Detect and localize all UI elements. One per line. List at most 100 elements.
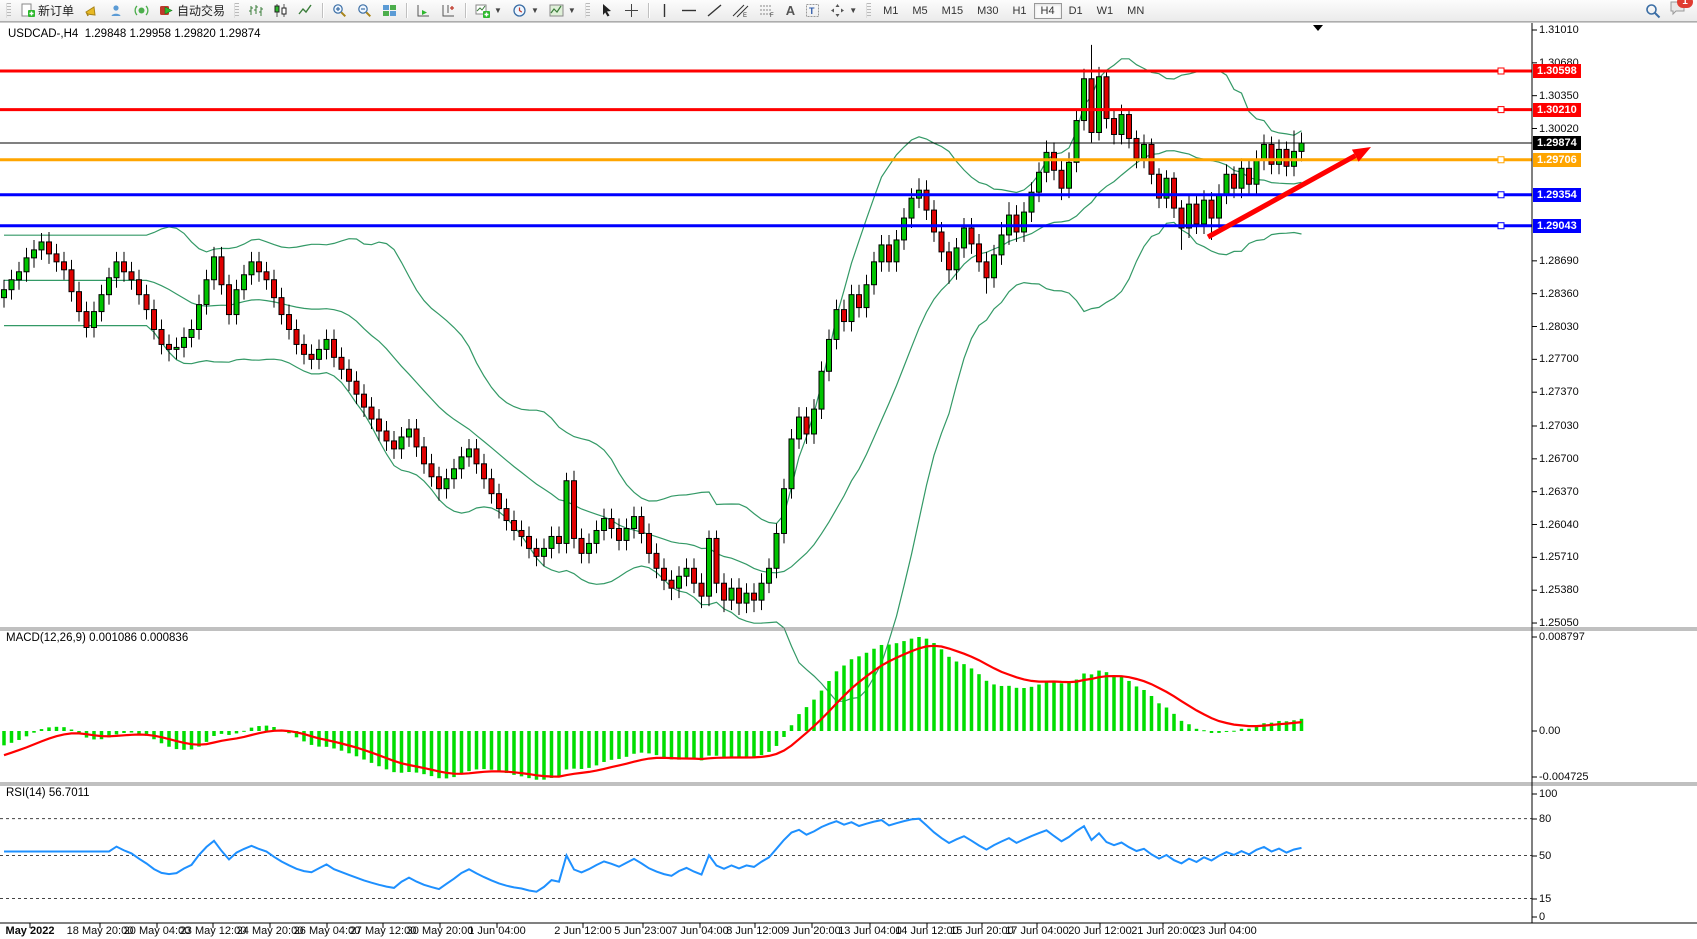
candle-body — [62, 262, 67, 270]
text-label-tool[interactable]: T — [801, 1, 824, 21]
macd-histogram-bar — [520, 731, 524, 776]
candle-body — [932, 210, 937, 232]
macd-histogram-bar — [460, 731, 464, 774]
candle-body — [257, 262, 262, 272]
candle-body — [84, 312, 89, 328]
timeframe-button-M1[interactable]: M1 — [876, 3, 905, 19]
main-chart[interactable] — [0, 0, 1697, 939]
periods-button[interactable]: ▼ — [508, 1, 543, 21]
dropdown-arrow-icon: ▼ — [531, 6, 539, 15]
candle-body — [354, 381, 359, 394]
megaphone-icon — [84, 3, 99, 18]
macd-histogram-bar — [632, 731, 636, 754]
macd-histogram-bar — [872, 649, 876, 731]
candle-body — [504, 509, 509, 521]
candle-body — [872, 262, 877, 285]
candle-body — [782, 489, 787, 534]
zoom-in-button[interactable] — [328, 1, 351, 21]
chart-ohlc-header: USDCAD-,H4 1.29848 1.29958 1.29820 1.298… — [8, 28, 261, 40]
clock-icon — [512, 3, 527, 18]
candle-body — [1239, 168, 1244, 188]
hline-handle[interactable] — [1498, 223, 1504, 229]
candle-body — [1269, 144, 1274, 164]
timeframe-button-H4[interactable]: H4 — [1034, 3, 1062, 19]
new-chart-button[interactable]: ▼ — [471, 1, 506, 21]
bar-chart-button[interactable] — [244, 1, 267, 21]
macd-histogram-bar — [662, 731, 666, 757]
hline-handle[interactable] — [1498, 68, 1504, 74]
hline-handle[interactable] — [1498, 107, 1504, 113]
candle-body — [909, 198, 914, 218]
macd-histogram-bar — [182, 731, 186, 750]
new-order-icon — [20, 3, 35, 18]
candle-body — [714, 538, 719, 583]
notifications-button[interactable]: 1 — [1669, 0, 1686, 21]
new-order-label: 新订单 — [38, 2, 74, 19]
macd-histogram-bar — [790, 725, 794, 731]
text-tool[interactable]: A — [782, 1, 799, 21]
trendline-tool[interactable] — [703, 1, 726, 21]
timeframe-button-M15[interactable]: M15 — [935, 3, 970, 19]
candle-body — [609, 519, 614, 529]
svg-text:T: T — [809, 6, 815, 16]
candlestick-chart-button[interactable] — [269, 1, 292, 21]
macd-histogram-bar — [610, 731, 614, 760]
timeframe-button-W1[interactable]: W1 — [1090, 3, 1121, 19]
macd-histogram-bar — [1142, 690, 1146, 731]
horizontal-line-tool[interactable] — [677, 1, 701, 21]
macd-histogram-bar — [347, 731, 351, 753]
megaphone-button[interactable] — [80, 1, 103, 21]
macd-histogram-bar — [1165, 708, 1169, 731]
fibonacci-tool[interactable]: F — [755, 1, 780, 21]
timeframe-button-M30[interactable]: M30 — [970, 3, 1005, 19]
autotrading-button[interactable]: 自动交易 — [155, 1, 229, 21]
macd-histogram-bar — [122, 731, 126, 733]
chart-shift-button[interactable] — [437, 1, 460, 21]
candle-body — [827, 339, 832, 371]
candle-body — [317, 349, 322, 359]
toolbar-grip[interactable] — [585, 3, 590, 18]
search-icon[interactable] — [1645, 3, 1661, 19]
new-order-button[interactable]: 新订单 — [16, 1, 78, 21]
timeframe-button-D1[interactable]: D1 — [1062, 3, 1090, 19]
macd-histogram-bar — [1022, 688, 1026, 731]
candle-body — [302, 344, 307, 354]
timeframe-button-MN[interactable]: MN — [1120, 3, 1151, 19]
cursor-button[interactable] — [595, 1, 618, 21]
hline-handle[interactable] — [1498, 157, 1504, 163]
zoom-out-button[interactable] — [353, 1, 376, 21]
candle-body — [707, 538, 712, 596]
macd-histogram-bar — [1277, 721, 1281, 731]
candle-body — [287, 315, 292, 330]
autotrading-label: 自动交易 — [177, 2, 225, 19]
toolbar-grip[interactable] — [6, 3, 11, 18]
hline-handle[interactable] — [1498, 192, 1504, 198]
candle-body — [684, 568, 689, 576]
crosshair-button[interactable] — [620, 1, 643, 21]
candle-body — [639, 517, 644, 534]
macd-histogram-bar — [1060, 683, 1064, 731]
arrows-tool[interactable]: ▼ — [826, 1, 861, 21]
macd-histogram-bar — [737, 731, 741, 758]
templates-button[interactable]: ▼ — [545, 1, 580, 21]
tile-windows-button[interactable] — [378, 1, 401, 21]
candle-body — [1224, 174, 1229, 194]
toolbar-grip[interactable] — [866, 3, 871, 18]
candle-body — [384, 431, 389, 441]
auto-scroll-button[interactable] — [412, 1, 435, 21]
macd-histogram-bar — [1225, 731, 1229, 732]
candle-body — [1254, 160, 1259, 184]
community-button[interactable] — [105, 1, 128, 21]
channel-tool[interactable]: E — [728, 1, 753, 21]
timeframe-button-M5[interactable]: M5 — [905, 3, 934, 19]
vertical-line-tool[interactable] — [654, 1, 675, 21]
macd-histogram-bar — [850, 659, 854, 731]
timeframe-button-H1[interactable]: H1 — [1005, 3, 1033, 19]
candle-body — [1247, 168, 1252, 184]
signals-button[interactable] — [130, 1, 153, 21]
toolbar-grip[interactable] — [234, 3, 239, 18]
line-chart-button[interactable] — [294, 1, 317, 21]
candle-body — [137, 280, 142, 295]
candle-body — [842, 310, 847, 322]
macd-histogram-bar — [602, 731, 606, 762]
